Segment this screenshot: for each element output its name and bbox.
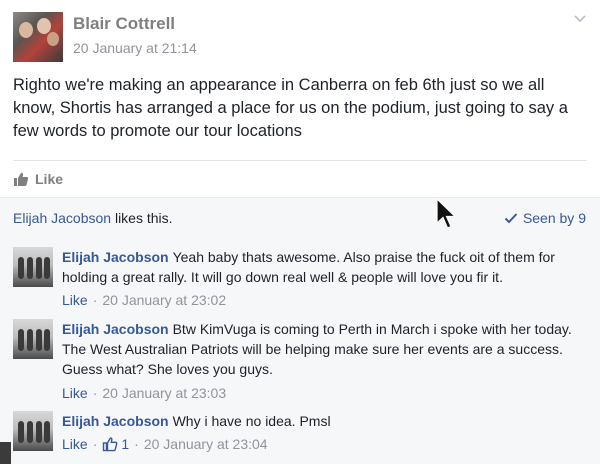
checkmark-icon [504,213,518,224]
post-body: Righto we're making an appearance in Can… [13,76,568,140]
comment-meta: Like · 20 January at 23:03 [62,385,226,401]
separator-dot: · [92,385,98,401]
comment-author[interactable]: Elijah Jacobson [62,249,169,265]
commenter-avatar[interactable] [13,247,53,287]
separator-dot: · [92,292,98,308]
like-label: Like [35,171,64,187]
thumbs-up-icon [14,172,29,186]
divider [13,160,587,161]
post-author-name[interactable]: Blair Cottrell [73,14,175,34]
commenter-avatar[interactable] [13,319,53,359]
liker-name[interactable]: Elijah Jacobson [13,210,111,226]
likes-suffix: likes this. [111,210,173,226]
comment-time[interactable]: 20 January at 23:02 [102,292,226,308]
separator-dot: · [92,436,98,452]
reaction-count-value: 1 [121,436,130,452]
reaction-count[interactable]: 1 [102,436,129,452]
comment-like-link[interactable]: Like [62,385,88,401]
comment-body: Why i have no idea. Pmsl [172,413,331,429]
like-button[interactable]: Like [13,170,63,188]
commenter-avatar[interactable] [13,411,53,451]
post-timestamp[interactable]: 20 January at 21:14 [73,40,197,56]
likes-summary: Elijah Jacobson likes this. Seen by 9 [0,197,600,238]
seen-by-label: Seen by 9 [522,210,586,226]
likes-line: Elijah Jacobson likes this. [13,210,173,226]
seen-by-link[interactable]: Seen by 9 [504,210,586,226]
comment-text: Elijah Jacobson Btw KimVuga is coming to … [62,319,582,379]
author-avatar[interactable] [13,12,63,62]
comment-author[interactable]: Elijah Jacobson [62,321,169,337]
comment-meta: Like · 1 · 20 January at 23:04 [62,436,268,452]
comment-like-link[interactable]: Like [62,436,88,452]
thumbs-up-icon [103,437,118,452]
comment-meta: Like · 20 January at 23:02 [62,292,226,308]
separator-dot: · [134,436,139,452]
comment-time[interactable]: 20 January at 23:04 [144,436,268,452]
comment-text: Elijah Jacobson Yeah baby thats awesome. … [62,247,582,287]
facebook-post: Blair Cottrell 20 January at 21:14 Right… [0,0,600,464]
comment-author[interactable]: Elijah Jacobson [62,413,169,429]
comment-text: Elijah Jacobson Why i have no idea. Pmsl [62,411,582,431]
mouse-pointer-icon [436,198,457,229]
window-edge [0,442,11,464]
comment-time[interactable]: 20 January at 23:03 [102,385,226,401]
chevron-down-icon[interactable] [573,12,587,26]
comment-like-link[interactable]: Like [62,292,88,308]
